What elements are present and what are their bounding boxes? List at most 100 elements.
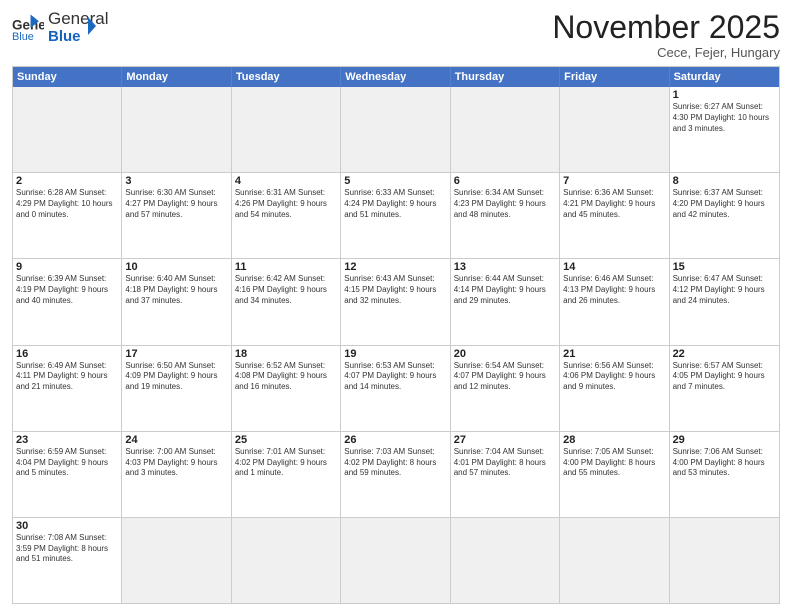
- calendar-row-4: 23Sunrise: 6:59 AM Sunset: 4:04 PM Dayli…: [13, 431, 779, 517]
- calendar-row-5: 30Sunrise: 7:08 AM Sunset: 3:59 PM Dayli…: [13, 517, 779, 603]
- day-info: Sunrise: 6:44 AM Sunset: 4:14 PM Dayligh…: [454, 274, 556, 306]
- day-number: 4: [235, 175, 337, 187]
- day-info: Sunrise: 7:03 AM Sunset: 4:02 PM Dayligh…: [344, 447, 446, 479]
- day-number: 11: [235, 261, 337, 273]
- header-sunday: Sunday: [13, 67, 122, 87]
- day-info: Sunrise: 6:47 AM Sunset: 4:12 PM Dayligh…: [673, 274, 776, 306]
- day-number: 30: [16, 520, 118, 532]
- header-tuesday: Tuesday: [232, 67, 341, 87]
- calendar-cell-2-6: 15Sunrise: 6:47 AM Sunset: 4:12 PM Dayli…: [670, 259, 779, 344]
- day-number: 10: [125, 261, 227, 273]
- location: Cece, Fejer, Hungary: [552, 45, 780, 60]
- calendar-cell-4-3: 26Sunrise: 7:03 AM Sunset: 4:02 PM Dayli…: [341, 432, 450, 517]
- day-info: Sunrise: 7:00 AM Sunset: 4:03 PM Dayligh…: [125, 447, 227, 479]
- calendar-row-1: 2Sunrise: 6:28 AM Sunset: 4:29 PM Daylig…: [13, 172, 779, 258]
- day-number: 14: [563, 261, 665, 273]
- calendar-cell-3-0: 16Sunrise: 6:49 AM Sunset: 4:11 PM Dayli…: [13, 346, 122, 431]
- header-wednesday: Wednesday: [341, 67, 450, 87]
- day-info: Sunrise: 6:40 AM Sunset: 4:18 PM Dayligh…: [125, 274, 227, 306]
- calendar-cell-5-0: 30Sunrise: 7:08 AM Sunset: 3:59 PM Dayli…: [13, 518, 122, 603]
- calendar: Sunday Monday Tuesday Wednesday Thursday…: [12, 66, 780, 604]
- calendar-body: 1Sunrise: 6:27 AM Sunset: 4:30 PM Daylig…: [13, 87, 779, 603]
- calendar-cell-1-4: 6Sunrise: 6:34 AM Sunset: 4:23 PM Daylig…: [451, 173, 560, 258]
- day-number: 1: [673, 89, 776, 101]
- day-info: Sunrise: 6:27 AM Sunset: 4:30 PM Dayligh…: [673, 102, 776, 134]
- title-block: November 2025 Cece, Fejer, Hungary: [552, 10, 780, 60]
- day-number: 5: [344, 175, 446, 187]
- calendar-cell-1-0: 2Sunrise: 6:28 AM Sunset: 4:29 PM Daylig…: [13, 173, 122, 258]
- calendar-cell-5-5: [560, 518, 669, 603]
- day-number: 24: [125, 434, 227, 446]
- day-info: Sunrise: 6:46 AM Sunset: 4:13 PM Dayligh…: [563, 274, 665, 306]
- day-info: Sunrise: 6:57 AM Sunset: 4:05 PM Dayligh…: [673, 361, 776, 393]
- day-info: Sunrise: 6:36 AM Sunset: 4:21 PM Dayligh…: [563, 188, 665, 220]
- calendar-cell-3-4: 20Sunrise: 6:54 AM Sunset: 4:07 PM Dayli…: [451, 346, 560, 431]
- day-info: Sunrise: 6:52 AM Sunset: 4:08 PM Dayligh…: [235, 361, 337, 393]
- calendar-cell-3-5: 21Sunrise: 6:56 AM Sunset: 4:06 PM Dayli…: [560, 346, 669, 431]
- day-number: 12: [344, 261, 446, 273]
- calendar-cell-2-5: 14Sunrise: 6:46 AM Sunset: 4:13 PM Dayli…: [560, 259, 669, 344]
- day-info: Sunrise: 6:50 AM Sunset: 4:09 PM Dayligh…: [125, 361, 227, 393]
- calendar-cell-4-4: 27Sunrise: 7:04 AM Sunset: 4:01 PM Dayli…: [451, 432, 560, 517]
- calendar-cell-2-2: 11Sunrise: 6:42 AM Sunset: 4:16 PM Dayli…: [232, 259, 341, 344]
- calendar-cell-3-1: 17Sunrise: 6:50 AM Sunset: 4:09 PM Dayli…: [122, 346, 231, 431]
- day-info: Sunrise: 6:37 AM Sunset: 4:20 PM Dayligh…: [673, 188, 776, 220]
- day-info: Sunrise: 7:01 AM Sunset: 4:02 PM Dayligh…: [235, 447, 337, 479]
- calendar-cell-3-3: 19Sunrise: 6:53 AM Sunset: 4:07 PM Dayli…: [341, 346, 450, 431]
- day-number: 20: [454, 348, 556, 360]
- day-number: 7: [563, 175, 665, 187]
- calendar-header: Sunday Monday Tuesday Wednesday Thursday…: [13, 67, 779, 87]
- calendar-cell-4-5: 28Sunrise: 7:05 AM Sunset: 4:00 PM Dayli…: [560, 432, 669, 517]
- calendar-cell-5-6: [670, 518, 779, 603]
- day-number: 23: [16, 434, 118, 446]
- calendar-cell-0-2: [232, 87, 341, 172]
- day-info: Sunrise: 6:53 AM Sunset: 4:07 PM Dayligh…: [344, 361, 446, 393]
- month-title: November 2025: [552, 10, 780, 45]
- day-number: 6: [454, 175, 556, 187]
- logo: General Blue General Blue: [12, 10, 96, 45]
- day-number: 17: [125, 348, 227, 360]
- day-number: 16: [16, 348, 118, 360]
- day-info: Sunrise: 6:34 AM Sunset: 4:23 PM Dayligh…: [454, 188, 556, 220]
- day-number: 8: [673, 175, 776, 187]
- calendar-cell-0-5: [560, 87, 669, 172]
- day-number: 29: [673, 434, 776, 446]
- calendar-cell-3-6: 22Sunrise: 6:57 AM Sunset: 4:05 PM Dayli…: [670, 346, 779, 431]
- day-info: Sunrise: 7:04 AM Sunset: 4:01 PM Dayligh…: [454, 447, 556, 479]
- calendar-cell-5-3: [341, 518, 450, 603]
- calendar-cell-3-2: 18Sunrise: 6:52 AM Sunset: 4:08 PM Dayli…: [232, 346, 341, 431]
- calendar-row-3: 16Sunrise: 6:49 AM Sunset: 4:11 PM Dayli…: [13, 345, 779, 431]
- day-number: 19: [344, 348, 446, 360]
- calendar-cell-4-0: 23Sunrise: 6:59 AM Sunset: 4:04 PM Dayli…: [13, 432, 122, 517]
- calendar-cell-2-4: 13Sunrise: 6:44 AM Sunset: 4:14 PM Dayli…: [451, 259, 560, 344]
- logo-triangle: [76, 15, 96, 37]
- calendar-cell-5-2: [232, 518, 341, 603]
- day-number: 3: [125, 175, 227, 187]
- calendar-cell-5-1: [122, 518, 231, 603]
- day-number: 25: [235, 434, 337, 446]
- calendar-cell-0-1: [122, 87, 231, 172]
- day-number: 18: [235, 348, 337, 360]
- calendar-row-0: 1Sunrise: 6:27 AM Sunset: 4:30 PM Daylig…: [13, 87, 779, 172]
- calendar-cell-4-2: 25Sunrise: 7:01 AM Sunset: 4:02 PM Dayli…: [232, 432, 341, 517]
- header-monday: Monday: [122, 67, 231, 87]
- calendar-cell-0-4: [451, 87, 560, 172]
- day-info: Sunrise: 6:56 AM Sunset: 4:06 PM Dayligh…: [563, 361, 665, 393]
- day-number: 2: [16, 175, 118, 187]
- calendar-cell-4-6: 29Sunrise: 7:06 AM Sunset: 4:00 PM Dayli…: [670, 432, 779, 517]
- day-info: Sunrise: 7:08 AM Sunset: 3:59 PM Dayligh…: [16, 533, 118, 565]
- calendar-cell-1-3: 5Sunrise: 6:33 AM Sunset: 4:24 PM Daylig…: [341, 173, 450, 258]
- calendar-cell-5-4: [451, 518, 560, 603]
- svg-text:Blue: Blue: [12, 30, 34, 41]
- calendar-cell-1-5: 7Sunrise: 6:36 AM Sunset: 4:21 PM Daylig…: [560, 173, 669, 258]
- calendar-row-2: 9Sunrise: 6:39 AM Sunset: 4:19 PM Daylig…: [13, 258, 779, 344]
- calendar-cell-0-3: [341, 87, 450, 172]
- page: General Blue General Blue November 2025 …: [0, 0, 792, 612]
- day-info: Sunrise: 7:05 AM Sunset: 4:00 PM Dayligh…: [563, 447, 665, 479]
- day-number: 28: [563, 434, 665, 446]
- day-info: Sunrise: 6:42 AM Sunset: 4:16 PM Dayligh…: [235, 274, 337, 306]
- day-info: Sunrise: 6:31 AM Sunset: 4:26 PM Dayligh…: [235, 188, 337, 220]
- calendar-cell-1-6: 8Sunrise: 6:37 AM Sunset: 4:20 PM Daylig…: [670, 173, 779, 258]
- header-thursday: Thursday: [451, 67, 560, 87]
- header-saturday: Saturday: [670, 67, 779, 87]
